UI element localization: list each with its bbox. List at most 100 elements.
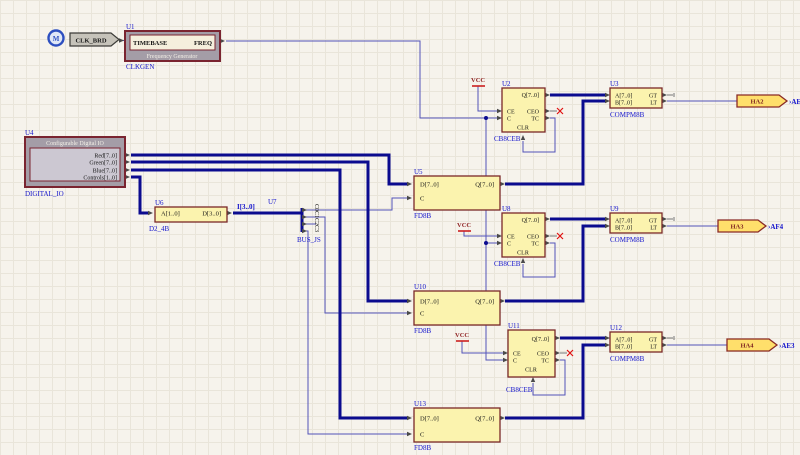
u12-pin-lt: LT xyxy=(650,345,657,351)
net-label-ae4: ›AE4 xyxy=(789,98,800,106)
u6-type: D2_4B xyxy=(149,225,170,233)
u9-pin-gt: GT xyxy=(649,219,657,225)
u6-pin-a: A[1..0] xyxy=(161,211,180,218)
component-u8-cb8ceb[interactable]: U8 Q[7..0] CE C CEO TC CLR CB8CEB xyxy=(494,205,545,268)
vcc-symbol-u11[interactable]: VCC xyxy=(455,332,469,341)
u3-pin-gt: GT xyxy=(649,94,657,100)
vcc-label: VCC xyxy=(455,332,469,339)
u11-type: CB8CEB xyxy=(506,386,533,394)
u4-pin-red: Red[7..0] xyxy=(94,154,117,160)
u2-type: CB8CEB xyxy=(494,135,521,143)
component-u11-cb8ceb[interactable]: U11 Q[7..0] CE C CEO TC CLR CB8CEB xyxy=(506,322,555,394)
u2-pin-tc: TC xyxy=(531,117,539,123)
u6-refdes: U6 xyxy=(155,199,164,207)
tag-ha4-label: HA4 xyxy=(741,343,755,350)
u11-pin-c: C xyxy=(513,359,517,365)
module-icon-letter: M xyxy=(53,35,60,43)
component-u2-cb8ceb[interactable]: U2 Q[7..0] CE C CEO TC CLR CB8CEB xyxy=(494,80,545,143)
u9-pin-a: A[7..0] xyxy=(615,219,632,225)
u7-refdes: U7 xyxy=(268,198,277,206)
u8-type: CB8CEB xyxy=(494,260,521,268)
module-icon[interactable]: M xyxy=(49,31,64,46)
bus-green-u10d[interactable] xyxy=(131,162,407,301)
u4-pin-controls: Controls[1..0] xyxy=(83,176,117,182)
component-u13-fd8b[interactable]: U13 D[7..0] Q[7..0] C FD8B xyxy=(414,400,500,452)
u5-pin-c: C xyxy=(420,196,424,203)
u3-type: COMPM8B xyxy=(610,111,645,119)
bus-label-i: I[3..0] xyxy=(237,203,255,211)
bus-controls-u6[interactable] xyxy=(131,177,148,213)
vcc-symbol-u8[interactable]: VCC xyxy=(457,222,471,231)
no-connect-marks xyxy=(557,108,573,356)
wire-c3-u13c[interactable] xyxy=(306,231,407,434)
u13-pin-q: Q[7..0] xyxy=(475,416,494,423)
component-u6-d2-4b[interactable]: U6 A[1..0] D[3..0] D2_4B xyxy=(149,199,227,233)
stub-u12-gt xyxy=(667,336,674,340)
tag-clk-brd[interactable]: CLK_BRD xyxy=(70,33,119,46)
u11-pin-clr: CLR xyxy=(525,368,537,374)
wire-vcc-u2ce[interactable] xyxy=(478,86,497,111)
u13-type: FD8B xyxy=(414,444,431,452)
u1-type: CLKGEN xyxy=(126,63,154,71)
u6-pin-d: D[3..0] xyxy=(202,211,221,218)
u5-pin-d: D[7..0] xyxy=(420,182,439,189)
u7-type: BUS_JS xyxy=(297,236,321,244)
u2-refdes: U2 xyxy=(502,80,511,88)
u1-pin-timebase: TIMEBASE xyxy=(133,40,167,47)
u12-refdes: U12 xyxy=(610,324,623,332)
tag-ha2[interactable]: HA2 ›AE4 xyxy=(737,95,800,107)
u13-pin-c: C xyxy=(420,432,424,439)
u8-pin-tc: TC xyxy=(531,242,539,248)
u1-title: Frequency Generator xyxy=(147,54,198,60)
schematic-canvas[interactable]: VCC VCC VCC M CLK_BRD U1 TIMEBASE FREQ F… xyxy=(0,0,800,455)
u2-pin-ce: CE xyxy=(507,110,515,116)
u11-pin-q: Q[7..0] xyxy=(532,337,549,343)
u3-refdes: U3 xyxy=(610,80,619,88)
u12-type: COMPM8B xyxy=(610,355,645,363)
u1-refdes: U1 xyxy=(126,23,135,31)
u4-pin-blue: Blue[7..0] xyxy=(93,169,117,175)
u9-pin-b: B[7..0] xyxy=(615,226,632,232)
stub-u9-gt xyxy=(667,217,674,221)
u8-pin-ce: CE xyxy=(507,235,515,241)
u10-type: FD8B xyxy=(414,327,431,335)
u9-pin-lt: LT xyxy=(650,226,657,232)
u8-pin-c: C xyxy=(507,242,511,248)
component-u7-bus-js[interactable]: I[3..0] U7 BUS_JS C0 C1 C2 C3 xyxy=(237,198,321,244)
u2-pin-q: Q[7..0] xyxy=(522,93,539,99)
u8-pin-ceo: CEO xyxy=(527,235,540,241)
u5-type: FD8B xyxy=(414,212,431,220)
wire-freq-clock[interactable] xyxy=(226,41,497,118)
u11-refdes: U11 xyxy=(508,322,520,330)
component-u9-compm8b[interactable]: U9 A[7..0] B[7..0] GT LT COMPM8B xyxy=(610,205,662,244)
u4-type: DIGITAL_IO xyxy=(25,190,64,198)
net-label-af4: ›AF4 xyxy=(768,223,784,231)
wire-c0-u5c[interactable] xyxy=(306,198,407,210)
u5-refdes: U5 xyxy=(414,168,423,176)
u10-refdes: U10 xyxy=(414,283,427,291)
component-u4-digital-io[interactable]: U4 Configurable Digital IO Red[7..0] Gre… xyxy=(25,129,125,198)
net-label-c2: C2 xyxy=(313,218,319,225)
u2-pin-c: C xyxy=(507,117,511,123)
wire-c1-u10c[interactable] xyxy=(306,217,407,313)
component-u1-clkgen[interactable]: U1 TIMEBASE FREQ Frequency Generator CLK… xyxy=(125,23,220,71)
u11-pin-ceo: CEO xyxy=(537,352,550,358)
u2-pin-clr: CLR xyxy=(517,126,529,132)
wire-vcc-u11ce[interactable] xyxy=(462,341,503,353)
u13-refdes: U13 xyxy=(414,400,427,408)
vcc-symbol-u2[interactable]: VCC xyxy=(471,77,485,86)
tag-ha3[interactable]: HA3 ›AF4 xyxy=(718,220,784,232)
component-u5-fd8b[interactable]: U5 D[7..0] Q[7..0] C FD8B xyxy=(414,168,500,220)
u10-pin-d: D[7..0] xyxy=(420,299,439,306)
component-u3-compm8b[interactable]: U3 A[7..0] B[7..0] GT LT COMPM8B xyxy=(610,80,662,119)
net-label-c0: C0 xyxy=(313,204,319,211)
u3-pin-b: B[7..0] xyxy=(615,101,632,107)
u2-pin-ceo: CEO xyxy=(527,110,540,116)
tag-ha4[interactable]: HA4 ›AE3 xyxy=(727,339,795,351)
tag-clk-brd-label: CLK_BRD xyxy=(75,38,106,45)
net-label-c1: C1 xyxy=(313,211,319,218)
component-u12-compm8b[interactable]: U12 A[7..0] B[7..0] GT LT COMPM8B xyxy=(610,324,662,363)
u9-refdes: U9 xyxy=(610,205,619,213)
component-u10-fd8b[interactable]: U10 D[7..0] Q[7..0] C FD8B xyxy=(414,283,500,335)
u10-pin-q: Q[7..0] xyxy=(475,299,494,306)
